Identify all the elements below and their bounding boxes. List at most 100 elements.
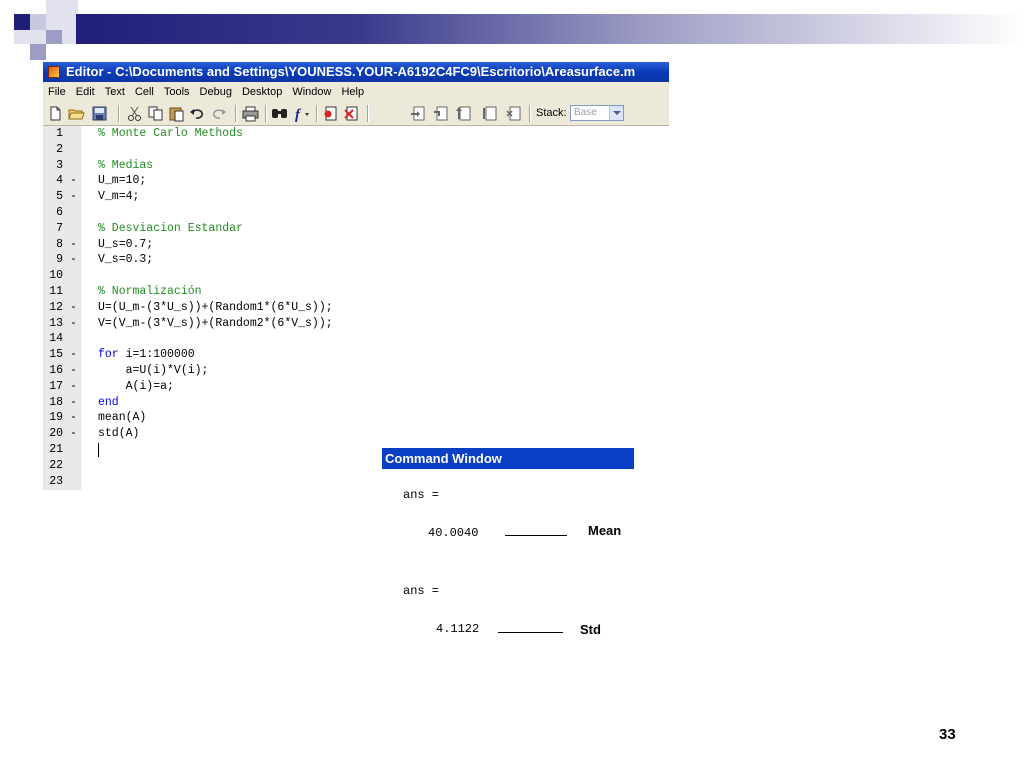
line-number: 19 xyxy=(49,411,63,425)
code-text: U=(U_m-(3*U_s))+(Random1*(6*U_s)); xyxy=(98,300,333,316)
code-line[interactable]: 17- A(i)=a; xyxy=(43,379,669,395)
code-line[interactable]: 19- mean(A) xyxy=(43,410,669,426)
menu-help[interactable]: Help xyxy=(336,82,369,102)
copy-icon[interactable] xyxy=(147,105,164,122)
line-number: 16 xyxy=(49,363,63,377)
code-line[interactable]: 6 xyxy=(43,205,669,221)
code-line[interactable]: 16- a=U(i)*V(i); xyxy=(43,363,669,379)
code-line[interactable]: 1 % Monte Carlo Methods xyxy=(43,126,669,142)
breakpoint-marker[interactable]: - xyxy=(70,173,77,189)
ans2-label: ans = xyxy=(403,584,440,598)
line-number: 14 xyxy=(49,332,63,346)
code-line[interactable]: 18- end xyxy=(43,395,669,411)
code-editor[interactable]: 1% Monte Carlo Methods 2 3% Medias 4- U_m=10… xyxy=(43,126,669,490)
code-lines: 1% Monte Carlo Methods 2 3% Medias 4- U_m=10… xyxy=(43,126,669,489)
code-line[interactable]: 7 % Desviacion Estandar xyxy=(43,221,669,237)
code-statement: i=1:100000 xyxy=(118,348,195,362)
open-folder-icon[interactable] xyxy=(68,105,85,122)
code-line[interactable]: 2 xyxy=(43,142,669,158)
code-statement: a=U(i)*V(i); xyxy=(98,363,209,377)
menu-edit[interactable]: Edit xyxy=(71,82,100,102)
code-line[interactable]: 4- U_m=10; xyxy=(43,173,669,189)
breakpoint-marker[interactable]: - xyxy=(70,300,77,316)
step-out-icon[interactable] xyxy=(455,105,472,122)
code-text: V_m=4; xyxy=(98,189,139,205)
code-line[interactable]: 23 xyxy=(43,474,669,490)
code-line[interactable]: 12- U=(U_m-(3*U_s))+(Random1*(6*U_s)); xyxy=(43,300,669,316)
code-line[interactable]: 15- for i=1:100000 xyxy=(43,347,669,363)
code-text: U_s=0.7; xyxy=(98,237,153,253)
editor-title: Editor - C:\Documents and Settings\YOUNE… xyxy=(66,64,636,79)
breakpoint-marker[interactable]: - xyxy=(70,347,77,363)
chevron-down-icon[interactable] xyxy=(609,106,623,120)
editor-title-bar[interactable]: Editor - C:\Documents and Settings\YOUNE… xyxy=(43,62,669,82)
step-icon[interactable] xyxy=(409,105,426,122)
line-number: 11 xyxy=(49,284,63,298)
code-text: end xyxy=(98,395,119,411)
mean-annotation: Mean xyxy=(588,523,622,538)
breakpoint-marker[interactable]: - xyxy=(70,316,77,332)
menu-text[interactable]: Text xyxy=(100,82,130,102)
code-line[interactable]: 9- V_s=0.3; xyxy=(43,252,669,268)
breakpoint-marker[interactable]: - xyxy=(70,395,77,411)
line-number: 3 xyxy=(56,158,63,172)
code-text: % Medias xyxy=(98,158,153,174)
line-number: 7 xyxy=(56,221,63,235)
menu-tools[interactable]: Tools xyxy=(159,82,195,102)
breakpoint-marker[interactable]: - xyxy=(70,237,77,253)
breakpoint-marker[interactable]: - xyxy=(70,252,77,268)
code-line[interactable]: 8- U_s=0.7; xyxy=(43,237,669,253)
exit-debug-icon[interactable] xyxy=(505,105,522,122)
menu-desktop[interactable]: Desktop xyxy=(237,82,287,102)
code-text: std(A) xyxy=(98,426,139,442)
menu-debug[interactable]: Debug xyxy=(195,82,237,102)
breakpoint-marker[interactable]: - xyxy=(70,189,77,205)
line-number: 5 xyxy=(56,190,63,204)
breakpoint-marker[interactable]: - xyxy=(70,426,77,442)
code-line[interactable]: 13- V=(V_m-(3*V_s))+(Random2*(6*V_s)); xyxy=(43,316,669,332)
code-statement: V_s=0.3; xyxy=(98,253,154,267)
step-in-icon[interactable] xyxy=(432,105,449,122)
breakpoint-marker[interactable]: - xyxy=(70,363,77,379)
save-icon[interactable] xyxy=(91,105,108,122)
code-line[interactable]: 14 xyxy=(43,331,669,347)
line-number: 20 xyxy=(49,427,63,441)
code-text: A(i)=a; xyxy=(98,379,174,395)
code-line[interactable]: 5- V_m=4; xyxy=(43,189,669,205)
redo-icon[interactable] xyxy=(210,105,227,122)
code-statement: mean(A) xyxy=(98,411,147,425)
paste-icon[interactable] xyxy=(168,105,185,122)
code-text: U_m=10; xyxy=(98,173,146,189)
stack-dropdown[interactable]: Base xyxy=(570,105,624,121)
line-number: 17 xyxy=(49,379,63,393)
cut-icon[interactable] xyxy=(126,105,143,122)
line-number: 2 xyxy=(56,142,63,156)
code-statement: U_m=10; xyxy=(98,174,147,188)
menu-cell[interactable]: Cell xyxy=(130,82,159,102)
clear-breakpoints-icon[interactable] xyxy=(343,105,360,122)
breakpoint-marker[interactable]: - xyxy=(70,410,77,426)
set-breakpoint-icon[interactable] xyxy=(322,105,339,122)
code-statement: V_m=4; xyxy=(98,190,140,204)
code-line[interactable]: 10 xyxy=(43,268,669,284)
breakpoint-marker[interactable]: - xyxy=(70,379,77,395)
function-icon[interactable]: f xyxy=(293,105,310,122)
menu-file[interactable]: File xyxy=(43,82,71,102)
code-line[interactable]: 3 % Medias xyxy=(43,158,669,174)
print-icon[interactable] xyxy=(242,105,259,122)
undo-icon[interactable] xyxy=(189,105,206,122)
code-line[interactable]: 20- std(A) xyxy=(43,426,669,442)
command-window-title[interactable]: Command Window xyxy=(382,448,634,469)
code-line[interactable]: 11 % Normalización xyxy=(43,284,669,300)
line-number: 1 xyxy=(56,127,63,140)
line-number: 22 xyxy=(49,458,63,472)
continue-icon[interactable] xyxy=(481,105,498,122)
new-file-icon[interactable] xyxy=(47,105,64,122)
code-text: mean(A) xyxy=(98,410,146,426)
ans2-value: 4.1122 xyxy=(436,622,480,636)
menu-window[interactable]: Window xyxy=(287,82,336,102)
find-icon[interactable] xyxy=(271,105,288,122)
stack-value: Base xyxy=(574,107,597,118)
page-number: 33 xyxy=(939,726,956,743)
code-statement: std(A) xyxy=(98,427,140,441)
